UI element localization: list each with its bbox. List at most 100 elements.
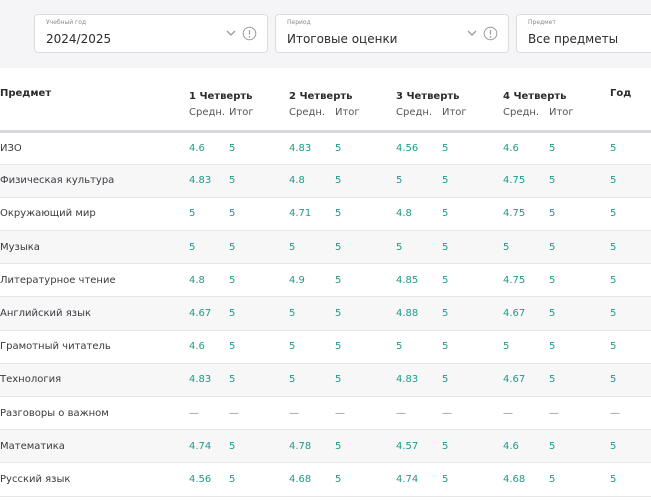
quarter-4-final: 5 <box>549 274 556 286</box>
quarter-4-average: 4.75 <box>503 274 526 286</box>
final-column-header: Итог <box>335 107 360 118</box>
subject-name: ИЗО <box>0 142 22 154</box>
quarter-3-final: 5 <box>442 440 449 452</box>
quarter-4-final: 5 <box>549 208 556 220</box>
quarter-1-final: 5 <box>229 440 236 452</box>
period-caption: Период <box>287 19 311 26</box>
chevron-down-icon <box>226 30 236 36</box>
quarter-3-final: 5 <box>442 374 449 386</box>
quarter-4-final: 5 <box>549 374 556 386</box>
quarter-4-header: 4 Четверть Средн. Итог <box>503 91 574 118</box>
year-grade: 5 <box>610 341 617 353</box>
quarter-1-final: — <box>229 407 239 419</box>
table-row: Технология 4.83 5 5 5 4.83 5 4.67 5 5 <box>0 363 651 397</box>
table-row: Грамотный читатель 4.6 5 5 5 5 5 5 5 5 <box>0 330 651 364</box>
quarter-2-header: 2 Четверть Средн. Итог <box>289 91 360 118</box>
quarter-1-average: 5 <box>189 241 196 253</box>
year-grade: 5 <box>610 142 617 154</box>
quarter-2-final: 5 <box>335 142 342 154</box>
period-value: Итоговые оценки <box>287 32 398 46</box>
year-grade: 5 <box>610 374 617 386</box>
quarter-2-average: 4.9 <box>289 274 305 286</box>
quarter-1-average: 5 <box>189 208 196 220</box>
quarter-2-final: 5 <box>335 341 342 353</box>
subject-column-header: Предмет <box>0 88 52 99</box>
subject-name: Музыка <box>0 241 40 253</box>
quarter-4-average: 4.67 <box>503 374 526 386</box>
year-grade: 5 <box>610 241 617 253</box>
quarter-4-average: 4.6 <box>503 440 519 452</box>
quarter-3-final: 5 <box>442 208 449 220</box>
subject-name: Технология <box>0 374 62 386</box>
quarter-1-average: 4.83 <box>189 374 212 386</box>
year-grade: 5 <box>610 308 617 320</box>
final-column-header: Итог <box>549 107 574 118</box>
subject-name: Грамотный читатель <box>0 341 111 353</box>
table-row: Русский язык 4.56 5 4.68 5 4.74 5 4.68 5 5 <box>0 463 651 497</box>
quarter-3-final: 5 <box>442 175 449 187</box>
quarter-3-header: 3 Четверть Средн. Итог <box>396 91 467 118</box>
quarter-4-average: — <box>503 407 513 419</box>
quarter-4-final: 5 <box>549 440 556 452</box>
subject-name: Русский язык <box>0 473 71 485</box>
period-select[interactable]: Период Итоговые оценки <box>275 14 509 53</box>
quarter-4-final: 5 <box>549 308 556 320</box>
subject-value: Все предметы <box>528 32 619 46</box>
subject-name: Английский язык <box>0 308 92 320</box>
info-icon[interactable] <box>483 26 498 41</box>
quarter-2-final: 5 <box>335 374 342 386</box>
school-year-select[interactable]: Учебный год 2024/2025 <box>34 14 268 53</box>
info-icon[interactable] <box>242 26 257 41</box>
avg-column-header: Средн. <box>189 107 226 118</box>
quarter-3-average: 5 <box>396 341 403 353</box>
quarter-2-average: 4.83 <box>289 142 312 154</box>
quarter-4-final: 5 <box>549 341 556 353</box>
quarter-2-final: 5 <box>335 175 342 187</box>
quarter-1-average: 4.6 <box>189 341 205 353</box>
year-grade: 5 <box>610 473 617 485</box>
avg-column-header: Средн. <box>289 107 326 118</box>
final-column-header: Итог <box>229 107 254 118</box>
quarter-4-final: 5 <box>549 241 556 253</box>
quarter-4-average: 4.75 <box>503 208 526 220</box>
table-row: Литературное чтение 4.8 5 4.9 5 4.85 5 4.75 5 5 <box>0 264 651 297</box>
quarter-3-average: 4.57 <box>396 440 419 452</box>
quarter-1-average: 4.8 <box>189 274 205 286</box>
table-row: Физическая культура 4.83 5 4.8 5 5 5 4.75 5 5 <box>0 164 651 198</box>
quarter-4-final: 5 <box>549 473 556 485</box>
subject-name: Разговоры о важном <box>0 407 109 419</box>
subject-name: Физическая культура <box>0 175 115 187</box>
grades-table: Предмет 1 Четверть Средн. Итог 2 Четверть… <box>0 82 651 497</box>
quarter-1-final: 5 <box>229 241 236 253</box>
quarter-1-final: 5 <box>229 341 236 353</box>
quarter-3-average: 4.74 <box>396 473 419 485</box>
school-year-caption: Учебный год <box>46 19 87 26</box>
quarter-4-average: 5 <box>503 241 510 253</box>
quarter-2-average: 5 <box>289 374 296 386</box>
quarter-2-average: 4.8 <box>289 175 305 187</box>
quarter-3-average: — <box>396 407 406 419</box>
quarter-2-final: 5 <box>335 241 342 253</box>
subject-select[interactable]: Предмет Все предметы <box>516 14 651 53</box>
table-row: Английский язык 4.67 5 5 5 4.88 5 4.67 5 5 <box>0 296 651 331</box>
table-row: Математика 4.74 5 4.78 5 4.57 5 4.6 5 5 <box>0 429 651 463</box>
quarter-2-average: 4.71 <box>289 208 312 220</box>
quarter-2-final: 5 <box>335 440 342 452</box>
quarter-1-average: — <box>189 407 199 419</box>
quarter-1-average: 4.83 <box>189 175 212 187</box>
avg-column-header: Средн. <box>503 107 540 118</box>
quarter-1-average: 4.67 <box>189 308 212 320</box>
table-header-row: Предмет 1 Четверть Средн. Итог 2 Четверть… <box>0 82 651 131</box>
quarter-1-final: 5 <box>229 473 236 485</box>
table-row: Окружающий мир 5 5 4.71 5 4.8 5 4.75 5 5 <box>0 197 651 231</box>
quarter-2-average: — <box>289 407 299 419</box>
filter-bar: Учебный год 2024/2025 Период Итоговые оц… <box>0 0 651 68</box>
quarter-4-average: 5 <box>503 341 510 353</box>
year-grade: 5 <box>610 208 617 220</box>
quarter-1-final: 5 <box>229 175 236 187</box>
quarter-3-final: 5 <box>442 274 449 286</box>
quarter-1-header: 1 Четверть Средн. Итог <box>189 91 254 118</box>
year-grade: 5 <box>610 175 617 187</box>
quarter-4-average: 4.67 <box>503 308 526 320</box>
quarter-2-final: 5 <box>335 208 342 220</box>
